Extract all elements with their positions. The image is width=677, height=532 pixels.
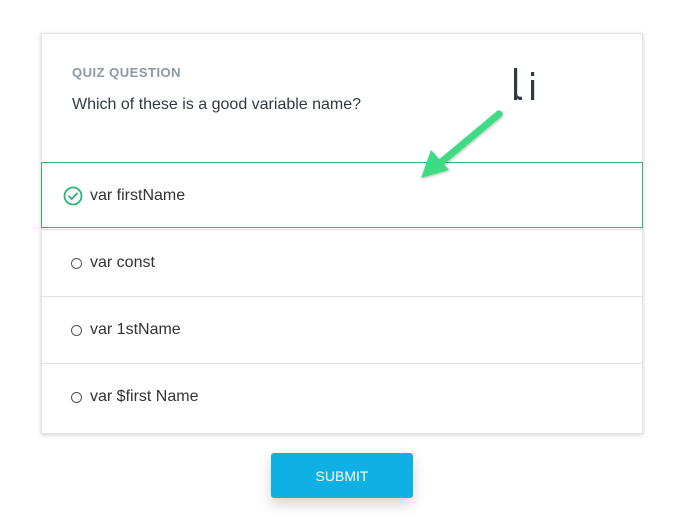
option-var-1stname[interactable]: var 1stName bbox=[42, 296, 642, 362]
quiz-screen: QUIZ QUESTION Which of these is a good v… bbox=[0, 0, 677, 532]
option-label: var 1stName bbox=[90, 321, 181, 338]
option-label: var $first Name bbox=[90, 388, 199, 405]
logo-icon bbox=[514, 68, 535, 100]
check-circle-icon bbox=[63, 186, 83, 206]
submit-button[interactable]: SUBMIT bbox=[271, 453, 413, 498]
option-label: var const bbox=[90, 254, 155, 271]
radio-circle-icon bbox=[71, 392, 82, 403]
radio-circle-icon bbox=[71, 325, 82, 336]
option-var-const[interactable]: var const bbox=[42, 229, 642, 295]
quiz-card: QUIZ QUESTION Which of these is a good v… bbox=[41, 33, 643, 434]
option-label: var firstName bbox=[90, 187, 186, 204]
option-var-first-name[interactable]: var $first Name bbox=[42, 363, 642, 433]
radio-circle-icon bbox=[71, 258, 82, 269]
question-text: Which of these is a good variable name? bbox=[72, 96, 362, 113]
quiz-eyebrow: QUIZ QUESTION bbox=[72, 65, 182, 80]
option-var-firstname[interactable]: var firstName bbox=[41, 162, 643, 228]
